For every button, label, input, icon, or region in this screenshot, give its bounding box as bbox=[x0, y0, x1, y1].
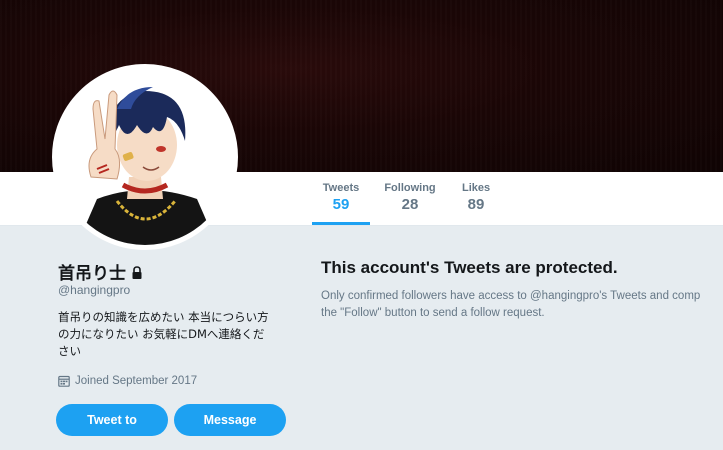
message-button[interactable]: Message bbox=[174, 404, 286, 436]
likes-label: Likes bbox=[462, 182, 491, 194]
protected-line: Only confirmed followers have access to … bbox=[321, 290, 701, 302]
avatar[interactable] bbox=[52, 64, 238, 250]
avatar-illustration bbox=[57, 69, 233, 245]
likes-count: 89 bbox=[467, 196, 485, 213]
lock-icon bbox=[131, 265, 143, 279]
tweet-to-button[interactable]: Tweet to bbox=[56, 404, 168, 436]
following-count: 28 bbox=[401, 196, 419, 213]
bio-line: さい bbox=[58, 344, 81, 358]
protected-line: the "Follow" button to send a follow req… bbox=[321, 307, 545, 319]
tweets-count: 59 bbox=[332, 196, 350, 213]
protected-title: This account's Tweets are protected. bbox=[321, 258, 618, 277]
display-name: 首吊り士 bbox=[58, 259, 143, 284]
following-label: Following bbox=[384, 182, 436, 194]
tab-following[interactable]: Following 28 bbox=[384, 182, 436, 213]
protected-message: Only confirmed followers have access to … bbox=[321, 288, 723, 322]
joined-text: Joined September 2017 bbox=[75, 375, 198, 387]
tab-likes[interactable]: Likes 89 bbox=[462, 182, 490, 213]
tweets-label: Tweets bbox=[322, 182, 360, 194]
bio-line: の力になりたい お気軽にDMへ連絡くだ bbox=[58, 327, 265, 341]
tab-tweets[interactable]: Tweets 59 bbox=[312, 182, 370, 225]
bio-line: 首吊りの知識を広めたい 本当につらい方 bbox=[58, 310, 269, 324]
bio: 首吊りの知識を広めたい 本当につらい方 の力になりたい お気軽にDMへ連絡くだ … bbox=[58, 309, 290, 360]
joined-date: Joined September 2017 bbox=[58, 375, 197, 387]
display-name-text: 首吊り士 bbox=[58, 264, 126, 283]
calendar-icon bbox=[58, 375, 70, 387]
handle[interactable]: @hangingpro bbox=[58, 283, 130, 297]
